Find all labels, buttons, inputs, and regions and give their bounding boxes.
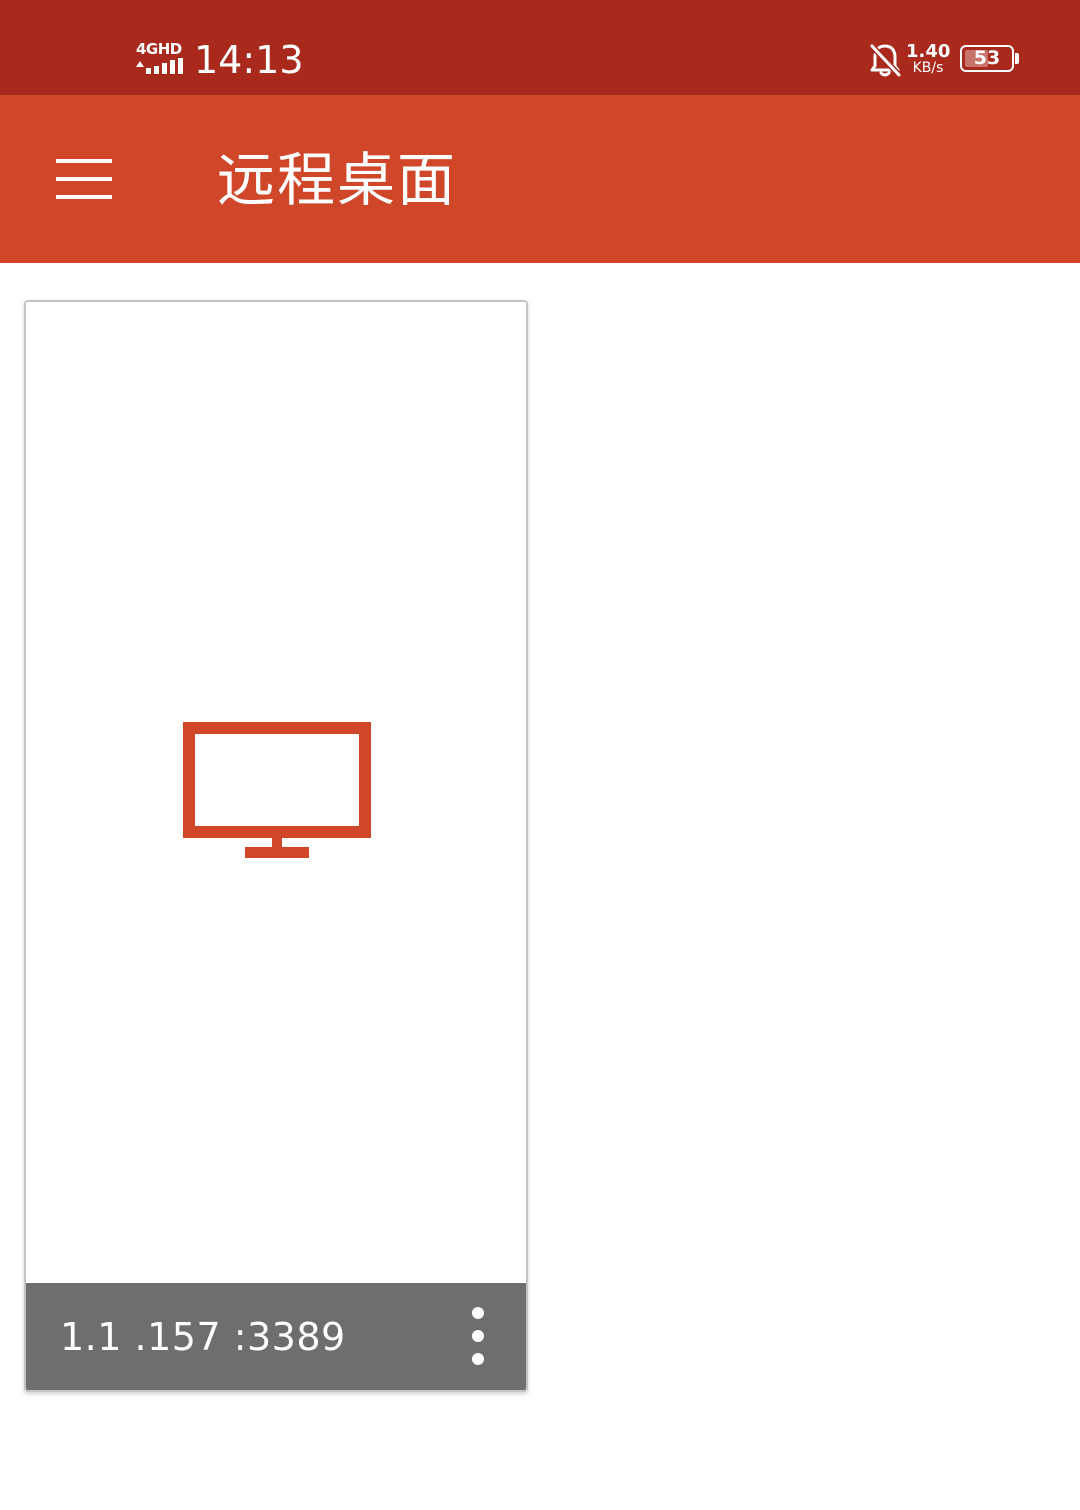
network-speed: 1.40 KB/s bbox=[906, 42, 950, 76]
network-speed-value: 1.40 bbox=[906, 41, 951, 62]
hamburger-menu-icon bbox=[56, 159, 112, 199]
connection-host-label: 1.1 .157 :3389 bbox=[60, 1315, 346, 1359]
connection-card[interactable]: 1.1 .157 :3389 bbox=[24, 300, 528, 1392]
more-options-button[interactable] bbox=[458, 1305, 498, 1367]
signal-icon bbox=[136, 58, 183, 74]
connection-card-footer: 1.1 .157 :3389 bbox=[26, 1283, 526, 1390]
battery-icon: 53 bbox=[960, 45, 1014, 72]
page-title: 远程桌面 bbox=[217, 146, 458, 214]
more-vert-icon bbox=[472, 1330, 484, 1342]
monitor-icon bbox=[183, 722, 371, 858]
network-type-label: 4GHD bbox=[136, 40, 182, 58]
network-speed-unit: KB/s bbox=[912, 60, 944, 76]
more-vert-icon bbox=[472, 1353, 484, 1365]
app-bar: 远程桌面 bbox=[0, 95, 1080, 263]
more-vert-icon bbox=[472, 1307, 484, 1319]
status-bar: 4GHD 14:13 1.40 KB/s 53 bbox=[0, 0, 1080, 95]
bell-off-icon bbox=[869, 43, 902, 78]
menu-button[interactable] bbox=[40, 139, 128, 219]
battery-tip bbox=[1015, 53, 1019, 64]
battery-level: 53 bbox=[973, 47, 1001, 69]
status-time: 14:13 bbox=[194, 38, 304, 82]
